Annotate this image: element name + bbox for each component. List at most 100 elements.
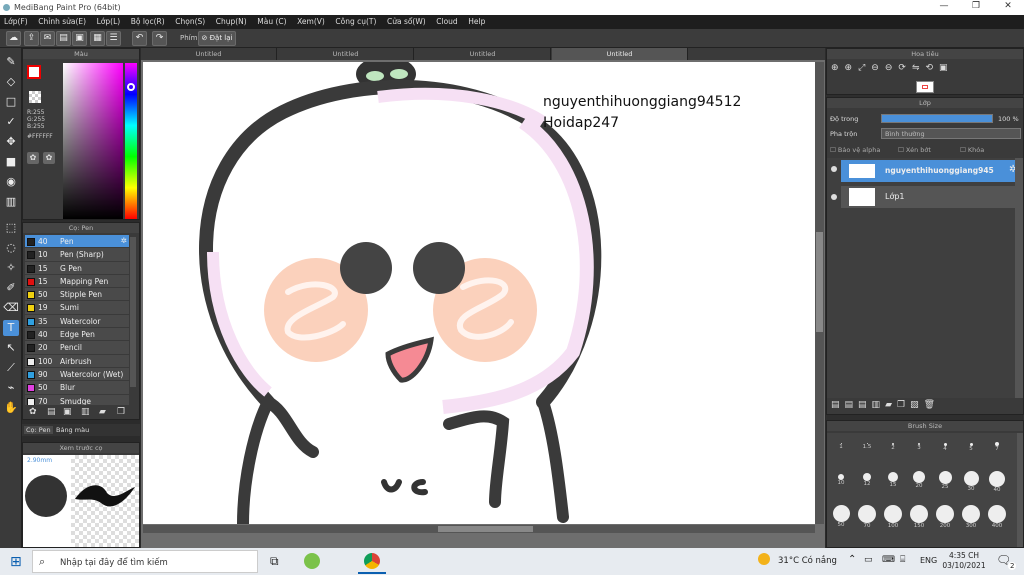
save-icon[interactable]: ▣	[72, 31, 87, 46]
share-icon[interactable]: ⇪	[24, 31, 39, 46]
keyboard-icon[interactable]: ⌸	[900, 555, 905, 565]
chevron-up-icon[interactable]: ⌃	[848, 554, 856, 565]
settings-icon[interactable]: ▣	[939, 63, 954, 73]
size-cell[interactable]: 100	[881, 505, 905, 529]
comment-icon[interactable]: ✉	[40, 31, 55, 46]
tab-color-bar[interactable]: Bảng màu	[56, 426, 89, 434]
undo-icon[interactable]: ↶	[132, 31, 147, 46]
brush-tool-icon[interactable]: ✎	[3, 54, 19, 70]
add-brush-icon[interactable]: ✿	[29, 407, 37, 417]
fill-rect-tool-icon[interactable]: ■	[3, 154, 19, 170]
canvas-vertical-scrollbar[interactable]	[815, 62, 824, 524]
size-cell[interactable]: 150	[907, 505, 931, 529]
opacity-slider[interactable]	[881, 114, 993, 123]
lasso-tool-icon[interactable]: ◌	[3, 240, 19, 256]
menu-filter[interactable]: Bộ lọc(R)	[127, 15, 169, 26]
minimize-button[interactable]: —	[930, 1, 958, 11]
size-cell[interactable]: 3	[907, 437, 931, 459]
saturation-value-field[interactable]	[63, 63, 123, 219]
select-tool-icon[interactable]: ⬚	[3, 220, 19, 236]
menu-snap[interactable]: Chụp(N)	[212, 15, 251, 26]
brush-item-blur[interactable]: 50 Blur	[25, 381, 129, 395]
fit-icon[interactable]: ⤢	[858, 63, 871, 73]
bucket-tool-icon[interactable]: ◉	[3, 174, 19, 190]
gradient-tool-icon[interactable]: ▥	[3, 194, 19, 210]
size-cell[interactable]: 25	[933, 471, 957, 493]
layer-list-scrollbar[interactable]	[1015, 158, 1023, 398]
hue-slider[interactable]	[125, 63, 137, 219]
brush-item-sumi[interactable]: 19 Sumi	[25, 301, 129, 315]
eraser-tool-icon[interactable]: ◇	[3, 74, 19, 90]
merge-layer-icon[interactable]: ▨	[910, 400, 924, 410]
duplicate-icon[interactable]: ❐	[117, 407, 125, 417]
new-brush-icon[interactable]: ▤	[47, 407, 56, 417]
size-cell[interactable]: 40	[985, 471, 1009, 493]
add-layer-menu-icon[interactable]: ▥	[872, 400, 886, 410]
layer-item-text[interactable]: nguyenthihuonggiang945 ✲	[841, 160, 1021, 182]
doc-tab-4[interactable]: Untitled	[552, 48, 688, 60]
text-tool-icon[interactable]: T	[3, 320, 19, 336]
operation-tool-icon[interactable]: ↖	[3, 340, 19, 356]
blend-mode-select[interactable]: Bình thường	[881, 128, 1021, 139]
menu-color[interactable]: Màu (C)	[253, 15, 290, 26]
size-cell[interactable]: 50	[829, 505, 853, 528]
size-cell[interactable]: 12	[855, 471, 879, 493]
folder-icon[interactable]: ▰	[885, 400, 897, 410]
divide-tool-icon[interactable]: ⟋	[3, 360, 19, 376]
check-tool-icon[interactable]: ✓	[3, 114, 19, 130]
size-cell[interactable]: 15	[881, 471, 905, 493]
rectangle-tool-icon[interactable]: □	[3, 94, 19, 110]
doc-tab-2[interactable]: Untitled	[278, 48, 414, 60]
hand-tool-icon[interactable]: ✋	[3, 400, 19, 416]
brush-item-pen[interactable]: 40 Pen ✲	[25, 235, 129, 249]
size-cell[interactable]: 10	[829, 471, 853, 493]
layer-item-layer1[interactable]: Lớp1	[841, 186, 1021, 208]
network-icon[interactable]: ⌨	[882, 555, 895, 565]
size-cell[interactable]: 7	[985, 437, 1009, 459]
brush-item-pencil[interactable]: 20 Pencil	[25, 341, 129, 355]
task-view-icon[interactable]: ⧉	[270, 554, 279, 569]
copy-brush-icon[interactable]: ▣	[63, 407, 72, 417]
menu-help[interactable]: Help	[464, 15, 489, 26]
new-layer-icon[interactable]: ▤	[831, 400, 845, 410]
magic-wand-tool-icon[interactable]: ✧	[3, 260, 19, 276]
menu-view[interactable]: Xem(V)	[293, 15, 329, 26]
doc-tab-1[interactable]: Untitled	[141, 48, 277, 60]
duplicate-layer-icon[interactable]: ❐	[897, 400, 910, 410]
size-cell[interactable]: 200	[933, 505, 957, 529]
size-cell[interactable]: 20	[907, 471, 931, 493]
lock-checkbox[interactable]: ☐ Khóa	[960, 146, 1000, 154]
menu-edit[interactable]: Chỉnh sửa(E)	[34, 15, 90, 26]
reset-button[interactable]: ⊘ Đặt lại	[198, 31, 236, 46]
size-cell[interactable]: 1	[829, 437, 853, 459]
brush-item-pen-sharp[interactable]: 10 Pen (Sharp)	[25, 248, 129, 262]
layer-visibility-eye-icon[interactable]	[831, 194, 837, 200]
taskbar-search[interactable]: ⌕ Nhập tại đây để tìm kiếm	[32, 550, 258, 573]
vertical-scroll-thumb[interactable]	[816, 232, 823, 332]
palette-settings-icon[interactable]: ✿	[43, 152, 55, 164]
menu-window[interactable]: Cửa sổ(W)	[383, 15, 430, 26]
menu-file[interactable]: Lớp(F)	[0, 15, 32, 26]
clipping-checkbox[interactable]: ☐ Xén bớt	[898, 146, 948, 154]
new-layer-halftone-icon[interactable]: ▤	[858, 400, 872, 410]
navigator-thumbnail[interactable]	[916, 81, 934, 93]
hue-handle[interactable]	[127, 83, 135, 91]
brush-item-watercolor-wet[interactable]: 90 Watercolor (Wet)	[25, 367, 129, 382]
import-brush-icon[interactable]: ▥	[81, 407, 90, 417]
chrome-taskbar-icon[interactable]	[364, 553, 380, 569]
size-cell[interactable]: 4	[933, 437, 957, 459]
select-pen-tool-icon[interactable]: ✐	[3, 280, 19, 296]
list-icon[interactable]: ☰	[106, 31, 121, 46]
size-cell[interactable]: 400	[985, 505, 1009, 529]
new-layer-color-icon[interactable]: ▤	[845, 400, 859, 410]
rotate-icon[interactable]: ⟳	[898, 63, 912, 73]
horizontal-scroll-thumb[interactable]	[438, 526, 533, 532]
palette-icon[interactable]: ✿	[27, 152, 39, 164]
drawing-canvas[interactable]: nguyenthihuonggiang94512 Hoidap247	[143, 62, 815, 524]
zoom-in-2-icon[interactable]: ⊕	[845, 63, 859, 73]
brush-settings-gear-icon[interactable]: ✲	[121, 236, 127, 245]
select-eraser-tool-icon[interactable]: ⌫	[3, 300, 19, 316]
battery-icon[interactable]: ▭	[864, 555, 873, 565]
reset-rotate-icon[interactable]: ⟲	[925, 63, 939, 73]
transparent-swatch[interactable]	[29, 91, 41, 103]
